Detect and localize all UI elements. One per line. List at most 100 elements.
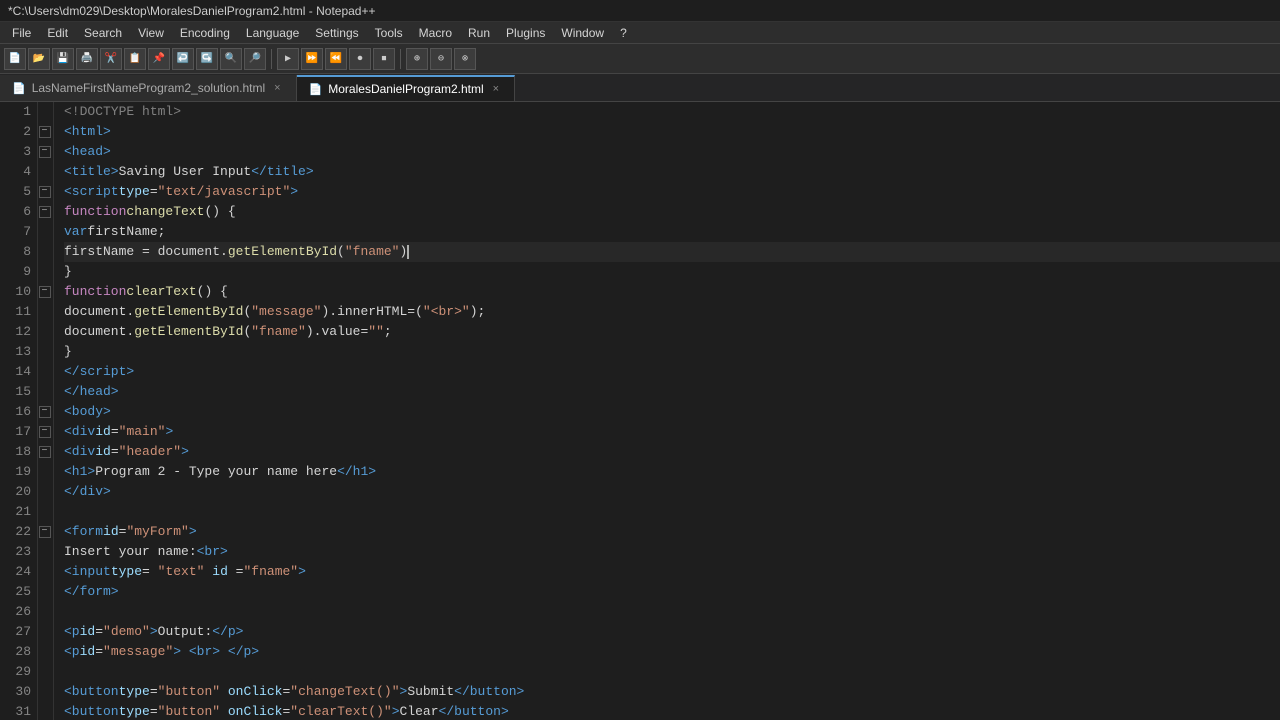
toolbar-btn-16[interactable]: ⏹ bbox=[373, 48, 395, 70]
code-line bbox=[64, 502, 1280, 522]
toolbar-btn-12[interactable]: ▶ bbox=[277, 48, 299, 70]
fold-gutter-row bbox=[38, 162, 53, 182]
fold-box[interactable]: − bbox=[39, 206, 51, 218]
tab-bar: 📄LasNameFirstNameProgram2_solution.html×… bbox=[0, 74, 1280, 102]
fold-gutter-row bbox=[38, 322, 53, 342]
fold-box[interactable]: − bbox=[39, 426, 51, 438]
line-number: 25 bbox=[0, 582, 31, 602]
title-bar: *C:\Users\dm029\Desktop\MoralesDanielPro… bbox=[0, 0, 1280, 22]
line-number: 27 bbox=[0, 622, 31, 642]
code-line: function changeText() { bbox=[64, 202, 1280, 222]
toolbar-btn-14[interactable]: ⏪ bbox=[325, 48, 347, 70]
menu-item-?[interactable]: ? bbox=[612, 24, 635, 42]
line-number: 17 bbox=[0, 422, 31, 442]
code-line: </script> bbox=[64, 362, 1280, 382]
fold-gutter-row bbox=[38, 362, 53, 382]
code-line: <html> bbox=[64, 122, 1280, 142]
menu-item-run[interactable]: Run bbox=[460, 24, 498, 42]
fold-box[interactable]: − bbox=[39, 286, 51, 298]
toolbar-btn-19[interactable]: ⊖ bbox=[430, 48, 452, 70]
fold-gutter-row[interactable]: − bbox=[38, 122, 53, 142]
line-number: 18 bbox=[0, 442, 31, 462]
fold-gutter-row bbox=[38, 662, 53, 682]
line-number: 10 bbox=[0, 282, 31, 302]
fold-gutter-row bbox=[38, 602, 53, 622]
code-line bbox=[64, 602, 1280, 622]
toolbar-btn-3[interactable]: 🖨️ bbox=[76, 48, 98, 70]
fold-box[interactable]: − bbox=[39, 526, 51, 538]
code-line: <title>Saving User Input</title> bbox=[64, 162, 1280, 182]
line-number: 14 bbox=[0, 362, 31, 382]
toolbar-btn-15[interactable]: ⏺ bbox=[349, 48, 371, 70]
editor-area: 1234567891011121314151617181920212223242… bbox=[0, 102, 1280, 720]
fold-gutter-row[interactable]: − bbox=[38, 402, 53, 422]
tab-label: MoralesDanielProgram2.html bbox=[328, 82, 483, 96]
tab-close-btn[interactable]: × bbox=[271, 81, 283, 95]
menu-item-plugins[interactable]: Plugins bbox=[498, 24, 553, 42]
code-line: document.getElementById("fname").value="… bbox=[64, 322, 1280, 342]
fold-box[interactable]: − bbox=[39, 446, 51, 458]
fold-gutter-row bbox=[38, 222, 53, 242]
menu-item-window[interactable]: Window bbox=[553, 24, 612, 42]
menu-item-tools[interactable]: Tools bbox=[367, 24, 411, 42]
code-line: <head> bbox=[64, 142, 1280, 162]
menu-item-edit[interactable]: Edit bbox=[39, 24, 76, 42]
line-number: 11 bbox=[0, 302, 31, 322]
toolbar-btn-7[interactable]: ↩️ bbox=[172, 48, 194, 70]
code-line: <body> bbox=[64, 402, 1280, 422]
toolbar-btn-1[interactable]: 📂 bbox=[28, 48, 50, 70]
line-number: 26 bbox=[0, 602, 31, 622]
menu-item-macro[interactable]: Macro bbox=[411, 24, 460, 42]
line-number: 1 bbox=[0, 102, 31, 122]
menu-item-search[interactable]: Search bbox=[76, 24, 130, 42]
line-number: 3 bbox=[0, 142, 31, 162]
code-line: <div id="header"> bbox=[64, 442, 1280, 462]
code-line: </head> bbox=[64, 382, 1280, 402]
fold-gutter-row bbox=[38, 642, 53, 662]
fold-gutter-row[interactable]: − bbox=[38, 202, 53, 222]
fold-box[interactable]: − bbox=[39, 406, 51, 418]
fold-box[interactable]: − bbox=[39, 126, 51, 138]
code-line: <div id="main"> bbox=[64, 422, 1280, 442]
toolbar-btn-9[interactable]: 🔍 bbox=[220, 48, 242, 70]
fold-gutter-row bbox=[38, 302, 53, 322]
code-line: } bbox=[64, 262, 1280, 282]
menu-item-settings[interactable]: Settings bbox=[307, 24, 366, 42]
fold-gutter-row[interactable]: − bbox=[38, 282, 53, 302]
code-line: <button type="button" onClick="clearText… bbox=[64, 702, 1280, 720]
fold-gutter-row[interactable]: − bbox=[38, 422, 53, 442]
toolbar-btn-18[interactable]: ⊕ bbox=[406, 48, 428, 70]
toolbar-btn-20[interactable]: ⊗ bbox=[454, 48, 476, 70]
toolbar-btn-4[interactable]: ✂️ bbox=[100, 48, 122, 70]
line-number: 23 bbox=[0, 542, 31, 562]
menu-item-file[interactable]: File bbox=[4, 24, 39, 42]
fold-gutter-row[interactable]: − bbox=[38, 182, 53, 202]
fold-gutter-row bbox=[38, 542, 53, 562]
menu-bar: FileEditSearchViewEncodingLanguageSettin… bbox=[0, 22, 1280, 44]
line-number: 7 bbox=[0, 222, 31, 242]
toolbar-btn-13[interactable]: ⏩ bbox=[301, 48, 323, 70]
fold-box[interactable]: − bbox=[39, 186, 51, 198]
fold-gutter-row bbox=[38, 502, 53, 522]
toolbar-btn-5[interactable]: 📋 bbox=[124, 48, 146, 70]
menu-item-view[interactable]: View bbox=[130, 24, 172, 42]
toolbar-btn-10[interactable]: 🔎 bbox=[244, 48, 266, 70]
fold-gutter-row[interactable]: − bbox=[38, 522, 53, 542]
toolbar-btn-6[interactable]: 📌 bbox=[148, 48, 170, 70]
code-content[interactable]: <!DOCTYPE html><html><head> <title>Savin… bbox=[54, 102, 1280, 720]
tab-1[interactable]: 📄MoralesDanielProgram2.html× bbox=[297, 75, 516, 101]
fold-box[interactable]: − bbox=[39, 146, 51, 158]
code-line: <h1>Program 2 - Type your name here</h1> bbox=[64, 462, 1280, 482]
menu-item-encoding[interactable]: Encoding bbox=[172, 24, 238, 42]
line-number: 12 bbox=[0, 322, 31, 342]
toolbar-btn-2[interactable]: 💾 bbox=[52, 48, 74, 70]
fold-gutter-row[interactable]: − bbox=[38, 442, 53, 462]
toolbar-btn-0[interactable]: 📄 bbox=[4, 48, 26, 70]
line-number: 16 bbox=[0, 402, 31, 422]
menu-item-language[interactable]: Language bbox=[238, 24, 307, 42]
line-number: 30 bbox=[0, 682, 31, 702]
tab-0[interactable]: 📄LasNameFirstNameProgram2_solution.html× bbox=[0, 75, 297, 101]
fold-gutter-row[interactable]: − bbox=[38, 142, 53, 162]
toolbar-btn-8[interactable]: ↪️ bbox=[196, 48, 218, 70]
tab-close-btn[interactable]: × bbox=[490, 82, 502, 96]
